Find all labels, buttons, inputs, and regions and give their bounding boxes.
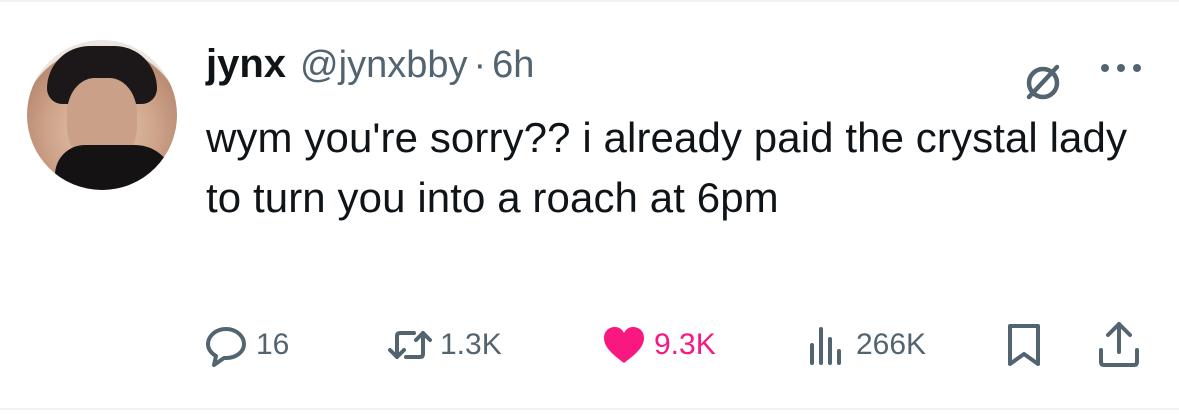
avatar-body: [55, 145, 175, 190]
author-name[interactable]: jynx: [206, 42, 286, 87]
views-count: 266K: [856, 328, 927, 361]
header-separator: ·: [473, 44, 487, 86]
like-button[interactable]: 9.3K: [602, 322, 716, 368]
bookmark-icon[interactable]: [1002, 322, 1046, 368]
reply-count: 16: [256, 328, 290, 361]
heart-icon: [604, 327, 644, 363]
repost-count: 1.3K: [440, 328, 502, 361]
grok-icon[interactable]: [1020, 58, 1066, 104]
top-divider: [0, 0, 1179, 2]
share-icon[interactable]: [1096, 320, 1142, 368]
views-icon: [810, 327, 841, 365]
tweet-header: jynx @jynxbby · 6h: [206, 42, 534, 92]
avatar[interactable]: [27, 40, 177, 190]
tweet-text: wym you're sorry?? i already paid the cr…: [206, 114, 1128, 221]
reply-button[interactable]: 16: [204, 322, 289, 368]
more-icon[interactable]: [1098, 58, 1144, 78]
author-handle[interactable]: @jynxbby: [300, 44, 467, 87]
bottom-divider: [0, 408, 1179, 410]
like-count: 9.3K: [654, 328, 716, 361]
views-button[interactable]: 266K: [804, 322, 926, 368]
tweet-timestamp[interactable]: 6h: [492, 44, 534, 87]
reply-icon: [206, 327, 246, 367]
repost-icon: [388, 331, 432, 359]
repost-button[interactable]: 1.3K: [388, 322, 502, 368]
